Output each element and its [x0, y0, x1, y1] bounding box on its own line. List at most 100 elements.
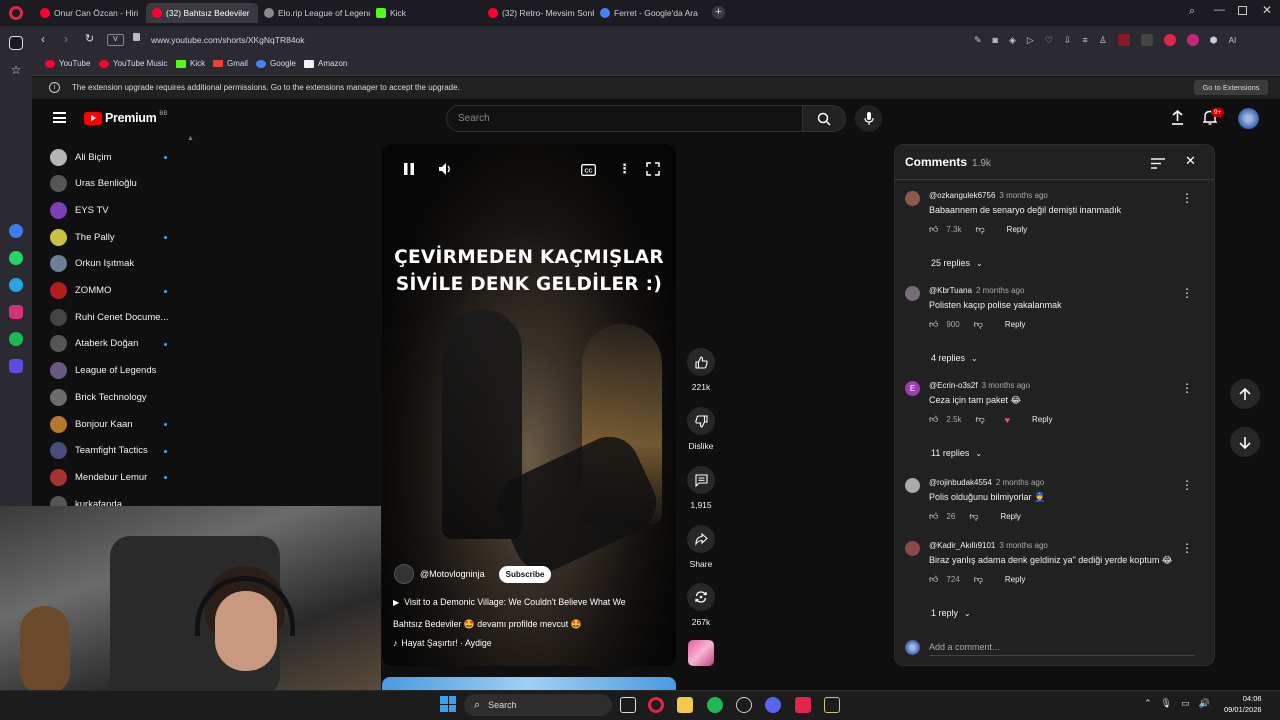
add-comment-field[interactable]: Add a comment...: [905, 638, 1205, 656]
view-replies-button[interactable]: 11 replies ⌄: [931, 448, 982, 458]
comment-author[interactable]: @ozkangulek6756 3 months ago: [929, 191, 1048, 200]
tray-volume-icon[interactable]: 🔊: [1199, 698, 1210, 709]
comment-dislike-button[interactable]: 👎︎: [974, 574, 983, 585]
messenger-icon[interactable]: [9, 224, 23, 238]
reply-button[interactable]: Reply: [1032, 415, 1052, 424]
browser-tab[interactable]: Kick: [370, 3, 478, 23]
tray-network-icon[interactable]: ▭: [1181, 698, 1190, 709]
new-tab-icon[interactable]: +: [712, 6, 725, 19]
comment-like-button[interactable]: 👍︎: [929, 319, 938, 330]
app-taskbar-icon[interactable]: [824, 697, 840, 713]
view-replies-button[interactable]: 25 replies ⌄: [931, 258, 983, 268]
close-window-icon[interactable]: ✕: [1262, 3, 1272, 17]
account-avatar[interactable]: [1238, 108, 1259, 129]
discord-taskbar-icon[interactable]: [765, 697, 781, 713]
browser-tab[interactable]: (32) Retro- Mevsim Sonba: [482, 3, 594, 23]
task-view-icon[interactable]: [620, 697, 636, 713]
windows-start-icon[interactable]: [440, 696, 456, 712]
comment-like-button[interactable]: 👍︎: [929, 511, 938, 522]
sidebar-subscription[interactable]: Orkun Işıtmak: [50, 253, 180, 275]
sidebar-subscription[interactable]: Teamfight Tactics: [50, 440, 180, 462]
extension-magenta-icon[interactable]: [1186, 34, 1199, 46]
heart-icon[interactable]: ♡: [1045, 35, 1053, 46]
bookmark-amazon[interactable]: Amazon: [304, 59, 347, 68]
video-description-line1[interactable]: ▶ Visit to a Demonic Village: We Couldn'…: [393, 597, 626, 607]
reply-button[interactable]: Reply: [1000, 512, 1020, 521]
comment-dislike-button[interactable]: 👎︎: [976, 414, 985, 425]
next-short-button[interactable]: [1230, 427, 1260, 457]
comment-avatar[interactable]: [905, 541, 920, 556]
bookmark-kick[interactable]: Kick: [176, 59, 205, 68]
comment-more-icon[interactable]: ⋮: [1181, 541, 1193, 555]
sidebar-subscription[interactable]: League of Legends: [50, 360, 180, 382]
tray-expand-icon[interactable]: ⌃: [1144, 698, 1152, 709]
comment-author[interactable]: @Ecrin-o3s2f 3 months ago: [929, 381, 1030, 390]
comment-author[interactable]: @Kadir_Akıllı9101 3 months ago: [929, 541, 1048, 550]
taskbar-clock[interactable]: 04:06 09/01/2026: [1224, 693, 1262, 715]
sidebar-scroll-up-icon[interactable]: ▲: [187, 135, 194, 142]
whatsapp-icon[interactable]: [9, 251, 23, 265]
subscribe-button[interactable]: Subscribe: [498, 565, 552, 583]
comment-more-icon[interactable]: ⋮: [1181, 478, 1193, 492]
remix-button[interactable]: [687, 583, 715, 611]
upload-icon[interactable]: [1171, 109, 1184, 130]
reply-button[interactable]: Reply: [1005, 320, 1025, 329]
sidebar-subscription[interactable]: Uras Benlioğlu: [50, 173, 180, 195]
bookmark-youtube[interactable]: YouTube: [45, 59, 90, 68]
voice-search-button[interactable]: [855, 105, 882, 132]
view-replies-button[interactable]: 4 replies ⌄: [931, 353, 978, 363]
browser-tab-active[interactable]: (32) Bahtsız Bedeviler: [146, 3, 258, 23]
more-options-icon[interactable]: ⋮: [618, 161, 631, 177]
comment-dislike-button[interactable]: 👎︎: [974, 319, 983, 330]
spotify-icon[interactable]: [9, 332, 23, 346]
sidebar-subscription[interactable]: Ruhi Cenet Docume...: [50, 306, 180, 328]
comment-like-button[interactable]: 👍︎: [929, 414, 938, 425]
youtube-premium-logo[interactable]: Premium BB: [84, 111, 167, 125]
profile-icon[interactable]: ♙: [1099, 35, 1107, 46]
edit-icon[interactable]: ✎: [974, 35, 982, 46]
like-button[interactable]: [687, 348, 715, 376]
comment-author[interactable]: @KbrTuana 2 months ago: [929, 286, 1024, 295]
comment-avatar[interactable]: [905, 191, 920, 206]
sidebar-subscription[interactable]: The Pally: [50, 226, 180, 248]
browser-tab[interactable]: Elo.rip League of Legends: [258, 3, 370, 23]
previous-short-button[interactable]: [1230, 379, 1260, 409]
comment-dislike-button[interactable]: 👎︎: [976, 224, 985, 235]
download-icon[interactable]: ⇩: [1064, 35, 1072, 46]
sidebar-subscription[interactable]: Brick Technology: [50, 386, 180, 408]
bookmark-gmail[interactable]: Gmail: [213, 59, 248, 68]
play-icon[interactable]: ▷: [1027, 35, 1034, 46]
comment-dislike-button[interactable]: 👎︎: [969, 511, 978, 522]
url-field[interactable]: www.youtube.com/shorts/XKgNqTR84ok: [151, 30, 1011, 50]
telegram-icon[interactable]: [9, 278, 23, 292]
video-music[interactable]: ♪ Hayat Şaşırtır! · Aydige: [393, 638, 492, 648]
hamburger-menu-icon[interactable]: [53, 112, 66, 123]
file-explorer-icon[interactable]: [677, 697, 693, 713]
sidebar-subscription[interactable]: Bonjour Kaan: [50, 413, 180, 435]
comment-more-icon[interactable]: ⋮: [1181, 286, 1193, 300]
search-tabs-icon[interactable]: ⌕: [1189, 5, 1195, 18]
comments-button[interactable]: [687, 466, 715, 494]
sidebar-subscription[interactable]: Ali Biçim: [50, 146, 180, 168]
star-icon[interactable]: ☆: [9, 63, 23, 77]
extensions-icon[interactable]: ⬢: [1210, 35, 1218, 46]
captions-button[interactable]: CC: [581, 163, 596, 179]
comment-avatar[interactable]: [905, 286, 920, 301]
comment-avatar[interactable]: [905, 478, 920, 493]
player-icon[interactable]: [9, 359, 23, 373]
tray-mic-icon[interactable]: 🎙: [1161, 698, 1172, 709]
sort-icon[interactable]: [1151, 156, 1165, 174]
fullscreen-button[interactable]: [646, 162, 660, 179]
taskbar-search[interactable]: ⌕ Search: [464, 694, 612, 716]
comment-more-icon[interactable]: ⋮: [1181, 381, 1193, 395]
comment-like-button[interactable]: 👍︎: [929, 574, 938, 585]
bookmark-youtube-music[interactable]: YouTube Music: [99, 59, 168, 68]
sidebar-subscription[interactable]: ZOMMO: [50, 280, 180, 302]
home-icon[interactable]: [9, 36, 23, 50]
extension-dark-icon[interactable]: [1140, 34, 1153, 46]
dislike-button[interactable]: [687, 407, 715, 435]
menu-icon[interactable]: ≡: [1082, 35, 1087, 45]
shield-icon[interactable]: ◈: [1009, 35, 1016, 46]
extension-pink-icon[interactable]: [1163, 34, 1176, 46]
shorts-video-player[interactable]: ÇEVİRMEDEN KAÇMIŞLAR SİVİLE DENK GELDİLE…: [382, 144, 676, 666]
